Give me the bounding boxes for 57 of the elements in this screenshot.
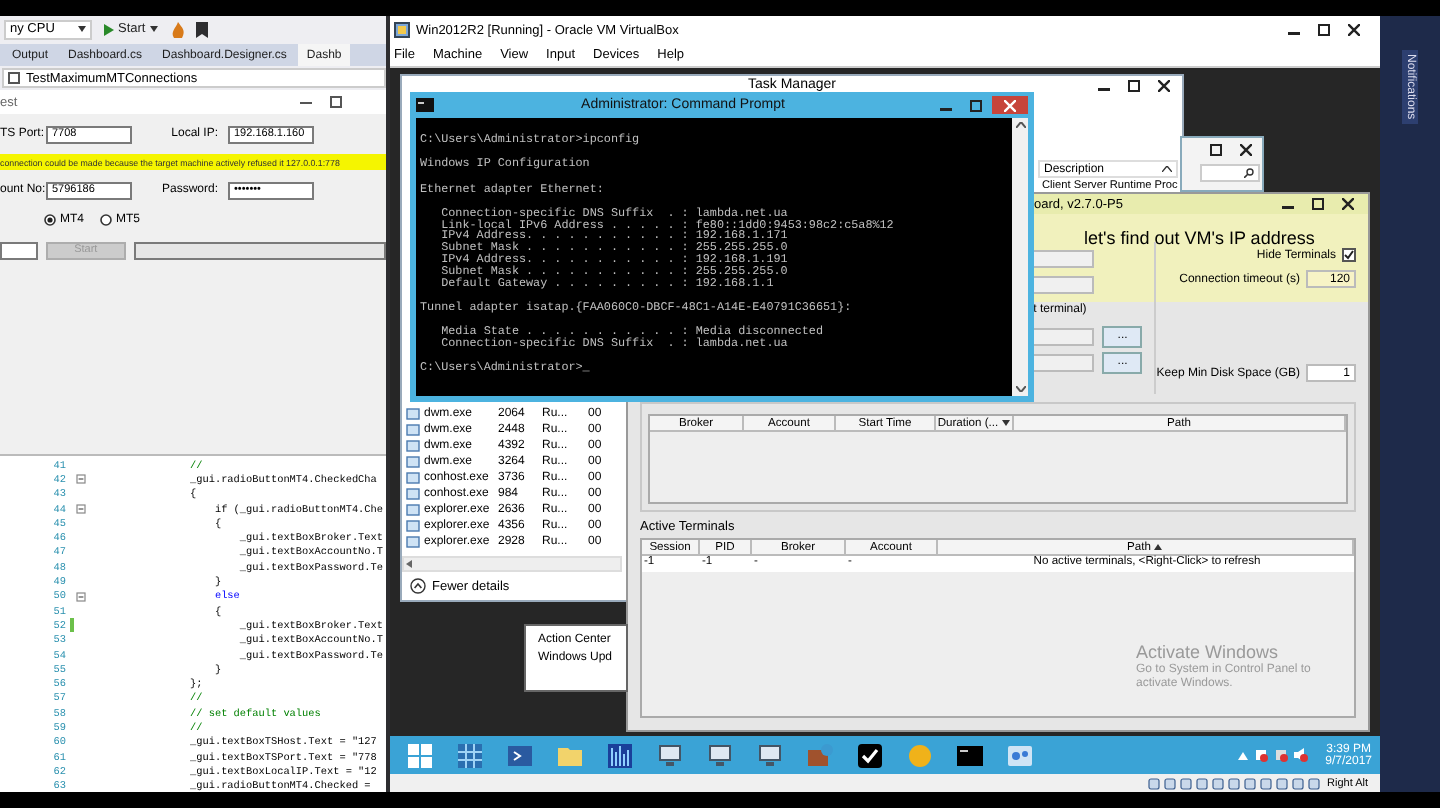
close-icon bbox=[1240, 143, 1252, 155]
arrow-up-icon bbox=[1015, 122, 1025, 128]
monitor-icon[interactable] bbox=[705, 741, 733, 769]
input-field[interactable] bbox=[1030, 249, 1095, 267]
speaker-icon[interactable] bbox=[1293, 748, 1308, 762]
sort-arrow-icon bbox=[1154, 544, 1163, 550]
close-icon bbox=[1004, 99, 1017, 111]
maximize-icon bbox=[1318, 24, 1330, 36]
windows-logo-icon[interactable] bbox=[405, 741, 433, 769]
chart-icon[interactable] bbox=[605, 741, 633, 769]
caret-icon bbox=[1002, 420, 1011, 426]
caret-icon bbox=[78, 26, 86, 32]
monitor-icon[interactable] bbox=[755, 741, 783, 769]
maximize-icon bbox=[1128, 79, 1140, 91]
checkbox[interactable] bbox=[1342, 248, 1356, 262]
checkmark-icon[interactable] bbox=[855, 741, 883, 769]
radio-button[interactable] bbox=[44, 214, 56, 226]
grid-icon[interactable] bbox=[455, 741, 483, 769]
search-icon bbox=[1244, 168, 1254, 178]
arrow-down-icon bbox=[1015, 386, 1025, 392]
maximize-icon bbox=[1210, 143, 1222, 155]
input-field[interactable] bbox=[0, 241, 38, 259]
collapse-icon[interactable] bbox=[76, 591, 86, 602]
arrow-left-icon bbox=[406, 560, 412, 568]
maximize-icon bbox=[970, 99, 983, 111]
flame-icon[interactable] bbox=[169, 21, 186, 37]
terminal-icon[interactable] bbox=[505, 741, 533, 769]
caret-icon bbox=[149, 26, 158, 32]
radio-button[interactable] bbox=[100, 214, 112, 226]
caret-icon[interactable] bbox=[1237, 751, 1248, 759]
app-icon bbox=[394, 22, 410, 38]
close-icon bbox=[1342, 198, 1354, 210]
bookmark-icon[interactable] bbox=[193, 21, 210, 37]
check-icon bbox=[1344, 250, 1354, 260]
input-field[interactable] bbox=[1030, 327, 1095, 345]
network-icon[interactable] bbox=[1273, 748, 1288, 762]
search-field[interactable] bbox=[1200, 164, 1260, 182]
maximize-icon bbox=[330, 96, 342, 108]
heading: let's find out VM's IP address bbox=[1084, 228, 1315, 242]
minimize-icon bbox=[300, 96, 312, 108]
console-icon[interactable] bbox=[955, 741, 983, 769]
collapse-icon[interactable] bbox=[76, 504, 86, 515]
input-field[interactable] bbox=[1030, 353, 1095, 371]
monitor-icon[interactable] bbox=[655, 741, 683, 769]
collapse-icon[interactable] bbox=[76, 474, 86, 485]
network-icon[interactable] bbox=[1005, 741, 1033, 769]
scrollbar[interactable] bbox=[402, 556, 622, 572]
maximize-icon bbox=[1312, 198, 1324, 210]
close-icon bbox=[1348, 24, 1360, 36]
activation-title: Activate Windows bbox=[1136, 642, 1281, 662]
play-icon bbox=[104, 23, 114, 35]
close-icon bbox=[1158, 79, 1170, 91]
console-icon bbox=[416, 98, 434, 112]
input-field[interactable] bbox=[1030, 275, 1095, 293]
square-icon bbox=[8, 72, 20, 84]
scrollbar[interactable] bbox=[1012, 118, 1028, 396]
chevron-up-icon[interactable] bbox=[410, 578, 426, 594]
